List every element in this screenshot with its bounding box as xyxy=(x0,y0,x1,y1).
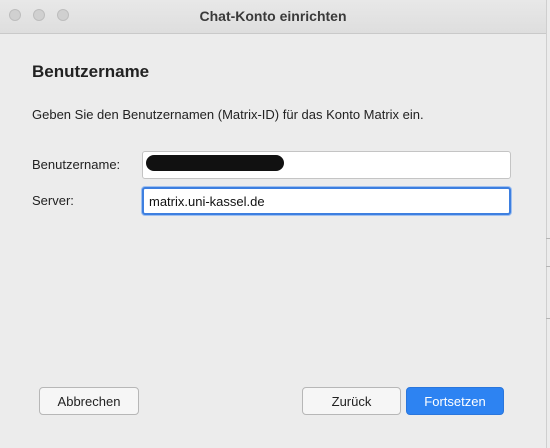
back-button[interactable]: Zurück xyxy=(302,387,401,415)
background-edge xyxy=(546,238,550,239)
redaction-mark xyxy=(146,155,284,171)
page-heading: Benutzername xyxy=(32,62,150,81)
background-edge xyxy=(546,318,550,319)
server-label: Server: xyxy=(32,193,74,208)
window-title: Chat-Konto einrichten xyxy=(199,8,347,24)
background-edge xyxy=(546,266,550,267)
title-bar: Chat-Konto einrichten xyxy=(0,0,546,34)
server-field[interactable] xyxy=(142,187,511,215)
cancel-button[interactable]: Abbrechen xyxy=(39,387,139,415)
dialog-window: Chat-Konto einrichten Benutzername Geben… xyxy=(0,0,547,448)
continue-button[interactable]: Fortsetzen xyxy=(406,387,504,415)
page-description: Geben Sie den Benutzernamen (Matrix-ID) … xyxy=(32,107,424,122)
username-label: Benutzername: xyxy=(32,157,121,172)
